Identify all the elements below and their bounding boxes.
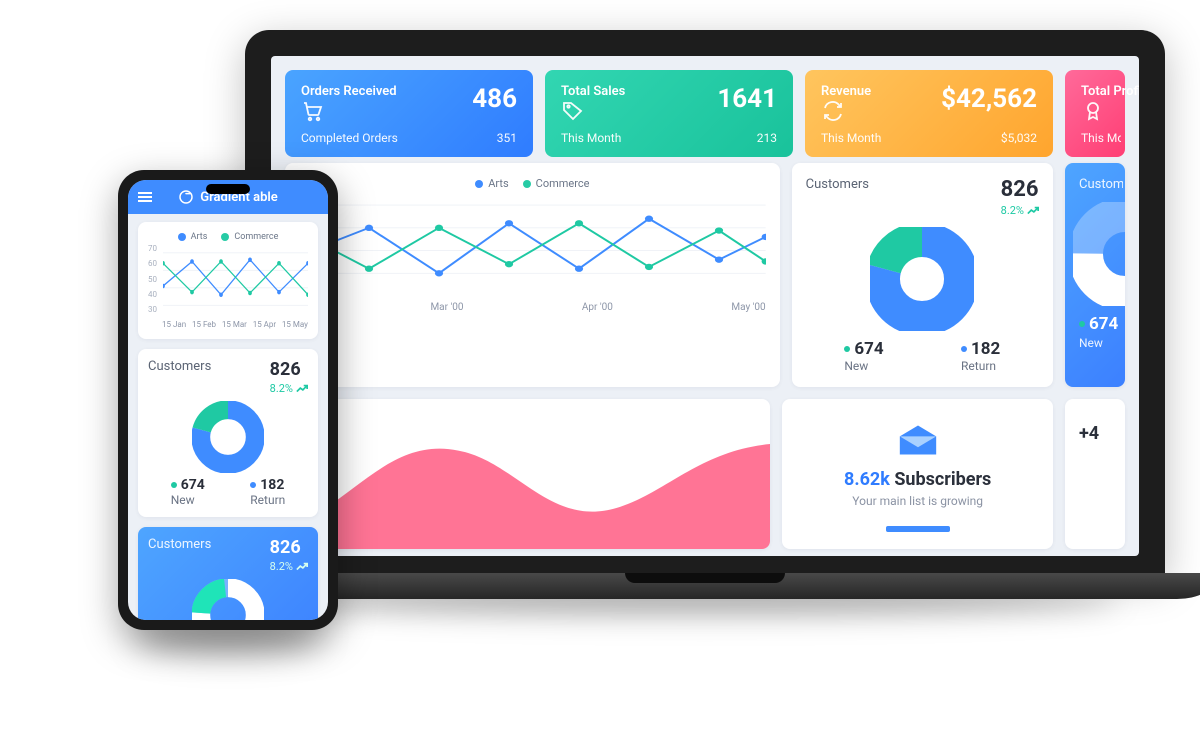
x-axis-labels: 15 Jan15 Feb15 Mar15 Apr15 May (148, 320, 308, 329)
line-chart-plot (299, 196, 766, 296)
customers-card-blue[interactable]: Customers 674 New (1065, 163, 1125, 387)
manage-list-button[interactable] (886, 526, 950, 532)
customers-pct: 8.2% (270, 382, 308, 395)
stat-title: Revenue (821, 84, 871, 99)
customers-label: Customers (806, 177, 869, 192)
stat-sub-label: Completed Orders (301, 131, 398, 145)
hamburger-icon[interactable] (138, 192, 152, 202)
customers-label: Customers (148, 537, 211, 552)
followers-delta: +4 (1079, 423, 1125, 444)
stat-sub-value: $5,032 (1001, 131, 1037, 145)
legend-commerce: Commerce (536, 177, 590, 190)
mail-open-icon (898, 423, 938, 457)
line-chart-plot (163, 244, 308, 314)
stat-value: 1641 (717, 84, 777, 114)
stat-sub-value: 213 (757, 131, 777, 145)
customers-pct: 8.2% (270, 560, 308, 573)
cart-icon (301, 99, 325, 123)
badge-icon (1081, 99, 1105, 123)
mobile-line-chart-card[interactable]: Arts Commerce 7060504030 (138, 222, 318, 339)
y-axis-labels: 7060504030 (148, 244, 157, 314)
subscribers-sub: Your main list is growing (796, 494, 1039, 508)
customers-donut-blue (192, 579, 264, 620)
customers-total: 826 (270, 359, 301, 380)
metric-label: New (1079, 336, 1103, 350)
x-axis-labels: '00 Mar '00 Apr '00 May '00 (299, 302, 766, 313)
stat-card-orders[interactable]: Orders Received 486 Completed Orders 351 (285, 70, 533, 157)
line-chart-card[interactable]: Arts Commerce (285, 163, 780, 387)
stat-sub-label: This Month (561, 131, 621, 145)
stat-card-profit[interactable]: Total Profit This Month (1065, 70, 1125, 157)
chart-legend: Arts Commerce (148, 232, 308, 242)
stat-sub-label: This Month (1081, 131, 1121, 145)
customers-total: 826 (270, 537, 301, 558)
customers-label: Customers (1079, 177, 1123, 192)
stat-title: Total Sales (561, 84, 625, 99)
stat-row: Orders Received 486 Completed Orders 351 (271, 56, 1139, 163)
area-chart (285, 399, 770, 549)
followers-card[interactable]: +4 (1065, 399, 1125, 549)
mobile-customers-card[interactable]: Customers 826 8.2% 674New (138, 349, 318, 517)
desktop-dashboard: Orders Received 486 Completed Orders 351 (271, 56, 1139, 556)
stat-sub-value: 351 (497, 131, 517, 145)
mobile-customers-card-blue[interactable]: Customers 826 8.2% (138, 527, 318, 620)
stat-sub-label: This Month (821, 131, 881, 145)
tag-icon (561, 99, 585, 123)
phone-frame: Gradient able Arts Commerce 7060504030 (118, 170, 338, 630)
chart-legend: Arts Commerce (299, 177, 766, 190)
metric-value: 674 (1089, 314, 1118, 334)
stat-value: 486 (472, 84, 517, 114)
customers-donut (192, 401, 264, 473)
panel-row-charts: Arts Commerce (271, 163, 1139, 399)
customers-total: 826 (1001, 177, 1039, 202)
stat-card-revenue[interactable]: Revenue $42,562 This Month $5,032 (805, 70, 1053, 157)
laptop-frame: Orders Received 486 Completed Orders 351 (245, 30, 1165, 599)
stat-title: Total Profit (1081, 84, 1139, 99)
stat-card-sales[interactable]: Total Sales 1641 This Month 213 (545, 70, 793, 157)
subscribers-card[interactable]: 8.62k Subscribers Your main list is grow… (782, 399, 1053, 549)
customers-donut-blue (1073, 202, 1125, 306)
customers-pct: 8.2% (1001, 204, 1039, 217)
area-chart-card[interactable] (285, 399, 770, 549)
stat-value: $42,562 (941, 84, 1037, 114)
legend-arts: Arts (488, 177, 508, 190)
customers-card[interactable]: Customers 826 8.2% 674New (792, 163, 1053, 387)
customers-donut (870, 227, 974, 331)
stat-title: Orders Received (301, 84, 397, 99)
panel-row-bottom: 8.62k Subscribers Your main list is grow… (271, 399, 1139, 556)
refresh-icon (821, 99, 845, 123)
customers-label: Customers (148, 359, 211, 374)
mobile-dashboard: Gradient able Arts Commerce 7060504030 (128, 180, 328, 620)
customers-metrics: 674New 182Return (806, 339, 1039, 373)
subscribers-title: 8.62k Subscribers (796, 469, 1039, 490)
customers-metrics: 674New 182Return (148, 477, 308, 507)
logo-icon (178, 189, 194, 205)
